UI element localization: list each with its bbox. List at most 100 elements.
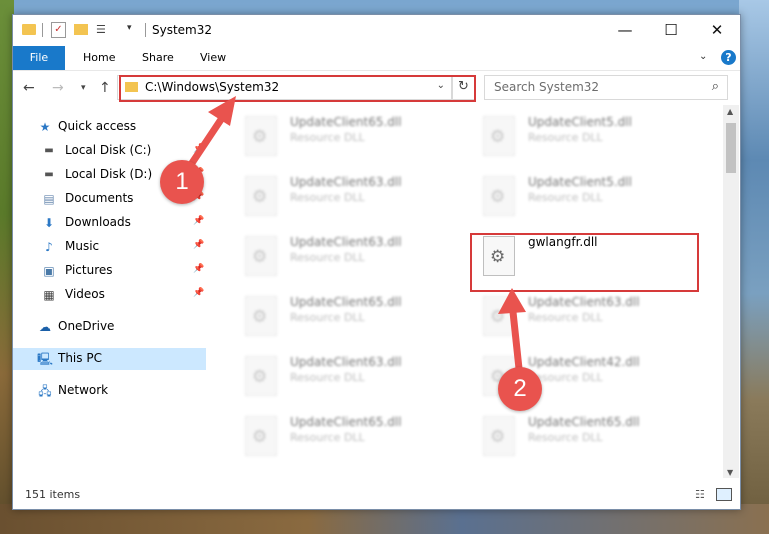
file-type: Resource DLL bbox=[528, 311, 603, 324]
up-button[interactable]: ↑ bbox=[99, 80, 111, 96]
gear-icon: ⚙ bbox=[490, 127, 506, 147]
file-tile[interactable]: ⚙ UpdateClient65.dll Resource DLL bbox=[219, 410, 449, 460]
window-title: System32 bbox=[152, 23, 213, 37]
minimize-button[interactable]: — bbox=[602, 15, 648, 46]
sidebar-item-label: Quick access bbox=[58, 119, 137, 133]
tab-view[interactable]: View bbox=[200, 46, 226, 70]
file-name: UpdateClient63.dll bbox=[528, 295, 640, 309]
sidebar-item-label: OneDrive bbox=[58, 319, 115, 333]
new-folder-icon[interactable] bbox=[74, 24, 88, 35]
sidebar-item-label: This PC bbox=[58, 351, 102, 365]
sidebar-item-videos[interactable]: ▦ Videos 📌 bbox=[13, 284, 206, 306]
file-name: UpdateClient65.dll bbox=[290, 115, 402, 129]
download-icon: ⬇ bbox=[43, 216, 55, 230]
sidebar-item-network[interactable]: 🖧 Network bbox=[13, 380, 206, 402]
file-name: UpdateClient65.dll bbox=[528, 415, 640, 429]
step-badge-1: 1 bbox=[160, 160, 204, 204]
file-tile[interactable]: ⚙ UpdateClient5.dll Resource DLL bbox=[457, 110, 687, 160]
ribbon-tabs: File Home Share View ⌄ ? bbox=[13, 46, 740, 70]
gear-icon: ⚙ bbox=[252, 427, 268, 447]
star-icon: ★ bbox=[39, 120, 51, 134]
pin-icon[interactable]: 📌 bbox=[193, 144, 204, 154]
file-tile[interactable]: ⚙ UpdateClient63.dll Resource DLL bbox=[457, 290, 687, 340]
gear-icon: ⚙ bbox=[490, 307, 506, 327]
navigation-bar: ← → ▾ ↑ C:\Windows\System32 ⌄ ↻ Search S… bbox=[13, 70, 740, 106]
help-icon[interactable]: ? bbox=[721, 50, 736, 65]
sidebar-item-local-disk-c[interactable]: ▬ Local Disk (C:) 📌 bbox=[13, 140, 206, 162]
pin-icon[interactable]: 📌 bbox=[193, 216, 204, 226]
file-type: Resource DLL bbox=[290, 311, 365, 324]
file-name: UpdateClient63.dll bbox=[290, 235, 402, 249]
maximize-button[interactable]: ☐ bbox=[648, 15, 694, 46]
file-type: Resource DLL bbox=[290, 131, 365, 144]
file-type: Resource DLL bbox=[290, 371, 365, 384]
file-tile[interactable]: ⚙ UpdateClient65.dll Resource DLL bbox=[457, 410, 687, 460]
search-icon[interactable]: ⌕ bbox=[712, 79, 719, 94]
divider bbox=[42, 23, 43, 37]
sidebar-item-pictures[interactable]: ▣ Pictures 📌 bbox=[13, 260, 206, 282]
search-input[interactable]: Search System32 ⌕ bbox=[484, 75, 728, 100]
divider bbox=[145, 23, 146, 37]
recent-locations-dropdown[interactable]: ▾ bbox=[81, 83, 86, 93]
pin-icon[interactable]: 📌 bbox=[193, 288, 204, 298]
file-name: UpdateClient63.dll bbox=[290, 355, 402, 369]
file-type: Resource DLL bbox=[290, 431, 365, 444]
dll-file-icon: ⚙ bbox=[483, 416, 515, 456]
pictures-icon: ▣ bbox=[43, 264, 55, 278]
file-tile[interactable]: ⚙ UpdateClient65.dll Resource DLL bbox=[219, 290, 449, 340]
file-tile[interactable]: ⚙ UpdateClient63.dll Resource DLL bbox=[219, 230, 449, 280]
sidebar-item-onedrive[interactable]: ☁ OneDrive bbox=[13, 316, 206, 338]
file-tile[interactable]: ⚙ UpdateClient63.dll Resource DLL bbox=[219, 350, 449, 400]
customize-toolbar-dropdown[interactable]: ▾ bbox=[127, 23, 132, 39]
sidebar-item-quick-access[interactable]: ★ Quick access bbox=[13, 116, 206, 138]
close-button[interactable]: ✕ bbox=[694, 15, 740, 46]
dll-file-icon: ⚙ bbox=[483, 296, 515, 336]
file-name: UpdateClient5.dll bbox=[528, 175, 632, 189]
status-bar: 151 items ☷ bbox=[13, 478, 740, 508]
scrollbar-thumb[interactable] bbox=[726, 123, 736, 173]
videos-icon: ▦ bbox=[43, 288, 55, 302]
dll-file-icon: ⚙ bbox=[245, 296, 277, 336]
cloud-icon: ☁ bbox=[39, 320, 51, 334]
properties-icon[interactable]: ☰ bbox=[96, 23, 112, 37]
pin-icon[interactable]: 📌 bbox=[193, 264, 204, 274]
documents-icon: ▤ bbox=[43, 192, 55, 206]
search-placeholder: Search System32 bbox=[494, 80, 600, 94]
file-tile[interactable]: ⚙ UpdateClient65.dll Resource DLL bbox=[219, 110, 449, 160]
computer-icon: 🖳 bbox=[37, 352, 54, 366]
sidebar-item-downloads[interactable]: ⬇ Downloads 📌 bbox=[13, 212, 206, 234]
sidebar-item-music[interactable]: ♪ Music 📌 bbox=[13, 236, 206, 258]
file-type: Resource DLL bbox=[528, 191, 603, 204]
scroll-up-icon[interactable]: ▲ bbox=[727, 107, 733, 116]
tab-share[interactable]: Share bbox=[142, 46, 174, 70]
tab-home[interactable]: Home bbox=[83, 46, 115, 70]
file-tile[interactable]: ⚙ UpdateClient63.dll Resource DLL bbox=[219, 170, 449, 220]
expand-ribbon-icon[interactable]: ⌄ bbox=[699, 51, 707, 62]
desktop-background-right bbox=[739, 0, 769, 534]
gear-icon: ⚙ bbox=[252, 127, 268, 147]
file-name: UpdateClient63.dll bbox=[290, 175, 402, 189]
address-highlight-box bbox=[119, 75, 476, 102]
gear-icon: ⚙ bbox=[252, 367, 268, 387]
forward-button[interactable]: → bbox=[52, 80, 64, 96]
vertical-scrollbar[interactable]: ▲ ▼ bbox=[723, 105, 739, 478]
scroll-down-icon[interactable]: ▼ bbox=[727, 468, 733, 477]
dll-file-icon: ⚙ bbox=[245, 356, 277, 396]
drive-icon: ▬ bbox=[44, 145, 54, 156]
file-tile[interactable]: ⚙ UpdateClient42.dll Resource DLL bbox=[457, 350, 687, 400]
sidebar-item-label: Music bbox=[65, 239, 100, 253]
tab-file[interactable]: File bbox=[13, 46, 65, 70]
file-tile[interactable]: ⚙ UpdateClient5.dll Resource DLL bbox=[457, 170, 687, 220]
pin-icon[interactable]: 📌 bbox=[193, 240, 204, 250]
large-icons-view-icon[interactable] bbox=[716, 488, 732, 501]
properties-check-icon[interactable]: ✓ bbox=[51, 22, 66, 38]
file-name: UpdateClient65.dll bbox=[290, 415, 402, 429]
back-button[interactable]: ← bbox=[23, 80, 35, 96]
dll-file-icon: ⚙ bbox=[483, 176, 515, 216]
folder-icon[interactable] bbox=[22, 24, 36, 35]
sidebar-item-this-pc[interactable]: 🖳 This PC bbox=[13, 348, 206, 370]
dll-file-icon: ⚙ bbox=[245, 236, 277, 276]
sidebar-item-label: Documents bbox=[65, 191, 134, 205]
file-highlight-box bbox=[470, 233, 699, 292]
details-view-icon[interactable]: ☷ bbox=[695, 488, 711, 501]
